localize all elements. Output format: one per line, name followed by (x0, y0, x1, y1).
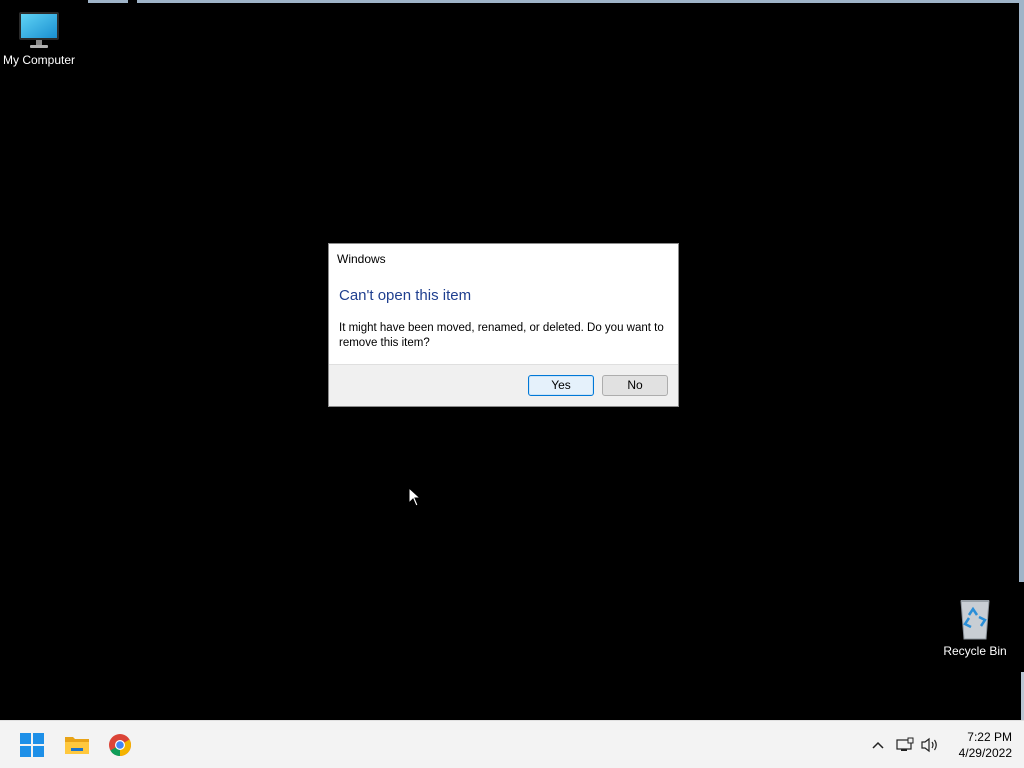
desktop-icon-my-computer[interactable]: My Computer (0, 10, 81, 67)
windows-start-icon (20, 733, 44, 757)
clock-time: 7:22 PM (967, 730, 1012, 744)
desktop: My Computer Recycle Bin Windows Can't op… (0, 0, 1024, 720)
desktop-icon-recycle-bin[interactable]: Recycle Bin (933, 597, 1017, 658)
network-icon (896, 737, 914, 751)
yes-button[interactable]: Yes (528, 375, 594, 396)
window-edge (137, 0, 1019, 3)
taskbar-chrome[interactable] (104, 729, 136, 761)
file-explorer-icon (65, 737, 89, 754)
window-edge (1019, 0, 1024, 582)
network-status-button[interactable] (895, 735, 915, 755)
dialog-footer: Yes No (329, 364, 678, 406)
dialog-heading: Can't open this item (339, 287, 472, 304)
start-button[interactable] (16, 729, 48, 761)
no-button[interactable]: No (602, 375, 668, 396)
chevron-up-icon (872, 741, 884, 749)
window-edge (88, 0, 128, 3)
taskbar: 7:22 PM 4/29/2022 (0, 720, 1024, 768)
volume-icon (921, 737, 937, 753)
dialog-message: It might have been moved, renamed, or de… (339, 322, 664, 349)
desktop-icon-label: Recycle Bin (943, 644, 1007, 658)
volume-button[interactable] (920, 735, 940, 755)
taskbar-file-explorer[interactable] (61, 729, 93, 761)
chrome-icon (109, 734, 131, 756)
desktop-icon-label: My Computer (2, 53, 76, 67)
recycle-bin-icon (960, 600, 990, 640)
taskbar-clock[interactable]: 7:22 PM 4/29/2022 (946, 729, 1012, 761)
monitor-icon (19, 12, 59, 48)
mouse-cursor-icon (408, 487, 422, 507)
show-hidden-icons-button[interactable] (868, 735, 888, 755)
dialog-title: Windows (337, 252, 386, 266)
clock-date: 4/29/2022 (958, 746, 1012, 760)
error-dialog: Windows Can't open this item It might ha… (328, 243, 679, 407)
